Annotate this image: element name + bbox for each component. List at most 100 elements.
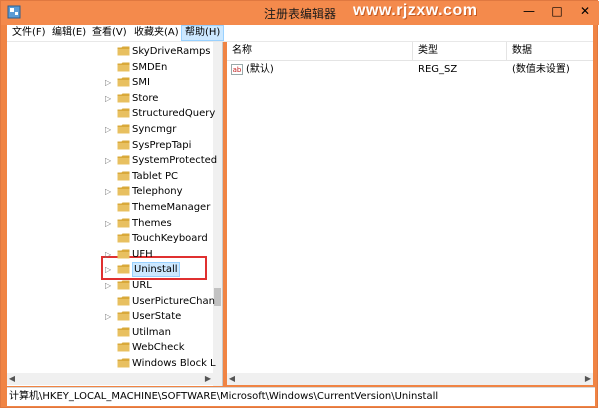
expand-arrow-icon[interactable]: ▷ bbox=[105, 153, 113, 168]
tree-item-label: Store bbox=[132, 92, 159, 104]
tree-scroll-thumb[interactable] bbox=[214, 288, 221, 306]
tree-item-label: SysPrepTapi bbox=[132, 139, 192, 151]
list-scroll-right-icon[interactable]: ▶ bbox=[583, 373, 593, 385]
column-header-data[interactable]: 数据 bbox=[507, 42, 593, 60]
folder-icon bbox=[117, 108, 130, 118]
tree-item-label: UFH bbox=[132, 248, 153, 260]
list-horizontal-scrollbar[interactable]: ◀ ▶ bbox=[227, 373, 593, 385]
folder-icon bbox=[117, 280, 130, 290]
folder-icon bbox=[117, 296, 130, 306]
tree-item-label: Windows Block L bbox=[132, 358, 216, 369]
tree-item[interactable]: SysPrepTapi bbox=[7, 138, 207, 153]
watermark-text: www.rjzxw.com bbox=[353, 2, 478, 19]
scroll-right-icon[interactable]: ▶ bbox=[203, 373, 213, 385]
value-name: (默认) bbox=[246, 64, 274, 75]
tree-item-label: UserState bbox=[132, 311, 182, 323]
tree-item[interactable]: ▷ UFH bbox=[7, 247, 207, 262]
tree-item-label: SMDEn bbox=[132, 61, 168, 73]
tree-item-label: URL bbox=[132, 280, 152, 291]
tree-item[interactable]: UserPictureChan bbox=[7, 294, 215, 309]
menu-help[interactable]: 帮助(H) bbox=[181, 25, 225, 41]
menu-edit[interactable]: 编辑(E) bbox=[49, 25, 89, 41]
column-header-name[interactable]: 名称 bbox=[227, 42, 413, 60]
maximize-button[interactable]: □ bbox=[543, 1, 571, 21]
title-bar[interactable]: 注册表编辑器 www.rjzxw.com — □ ✕ bbox=[1, 1, 599, 25]
value-row[interactable]: ab (默认) REG_SZ (数值未设置) bbox=[227, 62, 593, 78]
expand-arrow-icon[interactable]: ▷ bbox=[105, 247, 113, 262]
folder-icon bbox=[117, 264, 130, 274]
tree-item[interactable]: ▷ UserState bbox=[7, 309, 207, 324]
expand-arrow-icon[interactable]: ▷ bbox=[105, 75, 113, 90]
tree-item[interactable]: TouchKeyboard bbox=[7, 231, 208, 246]
tree-item-label: ThemeManager bbox=[132, 202, 211, 213]
tree-item[interactable]: ▷ URL bbox=[7, 278, 207, 293]
scroll-left-icon[interactable]: ◀ bbox=[7, 373, 17, 385]
tree-item[interactable]: ▷ Telephony bbox=[7, 184, 207, 199]
folder-icon bbox=[117, 124, 130, 134]
tree-item[interactable]: Tablet PC bbox=[7, 169, 207, 184]
column-header-type[interactable]: 类型 bbox=[413, 42, 507, 60]
folder-icon bbox=[117, 140, 130, 150]
menu-bar: 文件(F) 编辑(E) 查看(V) 收藏夹(A) 帮助(H) bbox=[7, 25, 593, 42]
tree-item-label: Utilman bbox=[132, 326, 172, 338]
folder-icon bbox=[117, 171, 130, 181]
tree-item[interactable]: ▷ SystemProtected bbox=[7, 153, 217, 168]
values-list[interactable]: 名称 类型 数据 ab (默认) REG_SZ (数值未设置) bbox=[227, 42, 593, 373]
tree-horizontal-scrollbar[interactable]: ◀ ▶ bbox=[7, 373, 222, 385]
folder-icon bbox=[117, 342, 130, 352]
tree-item-label: WebCheck bbox=[132, 342, 185, 354]
tree-item[interactable]: SMDEn bbox=[7, 60, 207, 75]
tree-item[interactable]: ▷ Themes bbox=[7, 216, 207, 231]
tree-item[interactable]: SkyDriveRamps bbox=[7, 44, 211, 59]
menu-file[interactable]: 文件(F) bbox=[9, 25, 49, 41]
tree-item[interactable]: ▷ Syncmgr bbox=[7, 122, 207, 137]
expand-arrow-icon[interactable]: ▷ bbox=[105, 262, 113, 277]
folder-icon bbox=[117, 218, 130, 228]
tree-item-label: SkyDriveRamps bbox=[132, 46, 211, 57]
folder-icon bbox=[117, 46, 130, 56]
string-value-icon: ab bbox=[231, 64, 243, 75]
tree-item-label: UserPictureChan bbox=[132, 295, 215, 307]
folder-icon bbox=[117, 327, 130, 337]
folder-icon bbox=[117, 186, 130, 196]
regedit-window: 注册表编辑器 www.rjzxw.com — □ ✕ 文件(F) 编辑(E) 查… bbox=[0, 0, 599, 408]
expand-arrow-icon[interactable]: ▷ bbox=[105, 278, 113, 293]
tree-item[interactable]: Utilman bbox=[7, 325, 207, 340]
tree-item-label: Tablet PC bbox=[132, 170, 178, 182]
expand-arrow-icon[interactable]: ▷ bbox=[105, 91, 113, 106]
tree-item[interactable]: Windows Block L bbox=[7, 356, 216, 371]
tree-item[interactable]: ▷ Store bbox=[7, 91, 207, 106]
minimize-button[interactable]: — bbox=[515, 1, 543, 21]
registry-tree[interactable]: SkyDriveRamps SMDEn ▷ SMI ▷ Store StructuredQu… bbox=[7, 42, 223, 386]
window-title: 注册表编辑器 bbox=[263, 7, 336, 21]
tree-item-label: Uninstall bbox=[132, 262, 180, 278]
folder-icon bbox=[117, 202, 130, 212]
value-type: REG_SZ bbox=[418, 64, 458, 75]
tree-item[interactable]: StructuredQuery bbox=[7, 106, 215, 121]
tree-item-label: Telephony bbox=[132, 186, 183, 198]
folder-icon bbox=[117, 93, 130, 103]
tree-item-label: TouchKeyboard bbox=[132, 233, 208, 245]
tree-item[interactable]: ▷ Uninstall bbox=[7, 262, 207, 278]
folder-icon bbox=[117, 155, 130, 165]
menu-view[interactable]: 查看(V) bbox=[89, 25, 130, 41]
tree-item-label: Syncmgr bbox=[132, 124, 177, 135]
folder-icon bbox=[117, 77, 130, 87]
tree-item[interactable]: ▷ SMI bbox=[7, 75, 207, 90]
status-bar-path: 计算机\HKEY_LOCAL_MACHINE\SOFTWARE\Microsof… bbox=[7, 387, 595, 406]
value-data: (数值未设置) bbox=[512, 64, 570, 75]
tree-vertical-scrollbar[interactable] bbox=[213, 42, 222, 386]
expand-arrow-icon[interactable]: ▷ bbox=[105, 216, 113, 231]
folder-icon bbox=[117, 358, 130, 368]
menu-favorites[interactable]: 收藏夹(A) bbox=[131, 25, 182, 41]
tree-item-label: StructuredQuery bbox=[132, 108, 216, 120]
close-button[interactable]: ✕ bbox=[571, 1, 599, 21]
folder-icon bbox=[117, 249, 130, 259]
expand-arrow-icon[interactable]: ▷ bbox=[105, 184, 113, 199]
list-scroll-left-icon[interactable]: ◀ bbox=[227, 373, 237, 385]
expand-arrow-icon[interactable]: ▷ bbox=[105, 309, 113, 324]
tree-item[interactable]: ThemeManager bbox=[7, 200, 211, 215]
expand-arrow-icon[interactable]: ▷ bbox=[105, 122, 113, 137]
folder-icon bbox=[117, 233, 130, 243]
tree-item[interactable]: WebCheck bbox=[7, 340, 207, 355]
